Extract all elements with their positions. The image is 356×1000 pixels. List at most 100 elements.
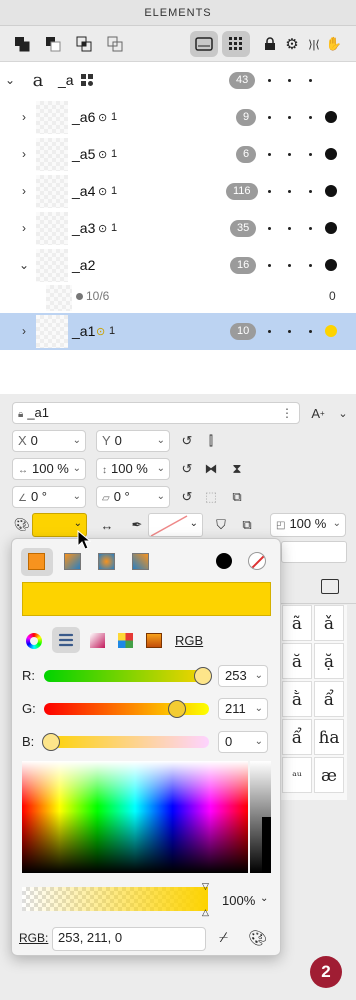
- chevron-down-icon[interactable]: ⌄: [255, 666, 263, 686]
- chevron-down-icon[interactable]: ⌄: [190, 518, 198, 529]
- opacity-field[interactable]: ◰ 100 % ⌄: [270, 513, 346, 537]
- chevron-down-icon[interactable]: ⌄: [334, 404, 352, 422]
- flip-vertical-icon[interactable]: ⧗: [228, 460, 246, 478]
- glyph-cell[interactable]: ặ: [314, 643, 344, 679]
- chevron-right-icon[interactable]: ›: [18, 184, 30, 198]
- dot-icon[interactable]: [309, 116, 312, 119]
- radial-gradient-icon[interactable]: [98, 553, 115, 570]
- color-wheel-icon[interactable]: [26, 633, 42, 649]
- glyph-cell[interactable]: ă: [282, 643, 312, 679]
- color-dot[interactable]: [325, 185, 337, 197]
- layer-row[interactable]: › _a3 ⊙ 1 35: [0, 210, 356, 247]
- green-slider[interactable]: [44, 700, 209, 718]
- chevron-down-icon[interactable]: ⌄: [157, 459, 165, 479]
- glyph-cell[interactable]: æ: [314, 757, 344, 793]
- alpha-handle-bottom-icon[interactable]: △: [202, 907, 209, 918]
- dot-icon[interactable]: [268, 190, 271, 193]
- gear-icon[interactable]: ⚙: [280, 32, 304, 56]
- chevron-down-icon[interactable]: ⌄: [73, 431, 81, 451]
- color-dot[interactable]: [325, 259, 337, 271]
- layer-row[interactable]: ⌄ a _a 43: [0, 62, 356, 99]
- skew-field[interactable]: ▱ 0 ° ⌄: [96, 486, 170, 508]
- dot-icon[interactable]: [288, 264, 291, 267]
- chevron-down-icon[interactable]: ⌄: [74, 518, 82, 529]
- alpha-slider[interactable]: [22, 887, 208, 911]
- notification-badge[interactable]: 2: [310, 956, 342, 988]
- chevron-down-icon[interactable]: ⌄: [157, 487, 165, 507]
- dot-icon[interactable]: [268, 153, 271, 156]
- layer-row[interactable]: › _a1 ⊙ 1 10: [0, 313, 356, 350]
- stroke-color-swatch[interactable]: ⌄: [148, 513, 203, 537]
- blue-slider[interactable]: [42, 733, 209, 751]
- name-field[interactable]: 🔒︎ _a1 ⋮: [12, 402, 300, 424]
- dot-icon[interactable]: [309, 153, 312, 156]
- no-color-icon[interactable]: [248, 552, 266, 570]
- g-field[interactable]: 211 ⌄: [218, 698, 268, 720]
- glyph-cell[interactable]: ã: [282, 605, 312, 641]
- solid-fill-button[interactable]: [21, 548, 53, 576]
- chevron-down-icon[interactable]: ⌄: [157, 431, 165, 451]
- dot-icon[interactable]: [288, 116, 291, 119]
- red-slider[interactable]: [44, 667, 212, 685]
- rotation-field[interactable]: ∠ 0 ° ⌄: [12, 486, 86, 508]
- glyph-cell[interactable]: ᵃᵘ: [282, 757, 312, 793]
- window-icon[interactable]: [321, 579, 339, 594]
- palette-icon[interactable]: 🎨︎: [248, 929, 267, 947]
- angular-gradient-icon[interactable]: [132, 553, 149, 570]
- grid-icon[interactable]: [222, 31, 250, 57]
- reset-icon[interactable]: ↺: [178, 488, 196, 506]
- width-field[interactable]: ↔ 100 % ⌄: [12, 458, 86, 480]
- layer-row[interactable]: 10/6 0: [0, 284, 356, 312]
- dot-icon[interactable]: [268, 264, 271, 267]
- chevron-right-icon[interactable]: ›: [18, 110, 30, 124]
- black-swatch[interactable]: [216, 553, 232, 569]
- brightness-bar[interactable]: [250, 761, 271, 873]
- chevron-down-icon[interactable]: ⌄: [73, 487, 81, 507]
- height-field[interactable]: ↕ 100 % ⌄: [96, 458, 170, 480]
- chevron-right-icon[interactable]: ›: [18, 324, 30, 338]
- dot-icon[interactable]: [268, 79, 271, 82]
- dot-icon[interactable]: [288, 79, 291, 82]
- union-icon[interactable]: [10, 32, 34, 56]
- dot-icon[interactable]: [288, 330, 291, 333]
- chevron-right-icon[interactable]: ›: [18, 147, 30, 161]
- layer-row[interactable]: › _a6 ⊙ 1 9: [0, 99, 356, 136]
- dot-icon[interactable]: [288, 227, 291, 230]
- reset-icon[interactable]: ↺: [178, 432, 196, 450]
- linear-gradient-icon[interactable]: [64, 553, 81, 570]
- image-icon[interactable]: [146, 633, 162, 648]
- subtract-icon[interactable]: [41, 32, 65, 56]
- rgb-mode-label[interactable]: RGB: [175, 633, 203, 648]
- flip-horizontal-icon[interactable]: ⧓: [202, 460, 220, 478]
- r-field[interactable]: 253 ⌄: [218, 665, 268, 687]
- dot-icon[interactable]: [309, 190, 312, 193]
- rgb-field[interactable]: 253, 211, 0: [52, 927, 206, 951]
- chevron-right-icon[interactable]: ›: [18, 221, 30, 235]
- dot-icon[interactable]: [288, 190, 291, 193]
- eyedropper-icon[interactable]: ⌿: [219, 929, 228, 946]
- text-field[interactable]: [281, 541, 347, 563]
- dot-icon[interactable]: [268, 330, 271, 333]
- stroke-settings-icon[interactable]: ⛉: [212, 516, 230, 534]
- glyph-cell[interactable]: ɦa: [314, 719, 344, 755]
- add-text-icon[interactable]: A +: [309, 404, 327, 422]
- color-dot[interactable]: [325, 148, 337, 160]
- color-dot[interactable]: [325, 222, 337, 234]
- dot-icon[interactable]: [309, 227, 312, 230]
- chevron-down-icon[interactable]: ⌄: [255, 732, 263, 752]
- hand-icon[interactable]: ✋: [322, 32, 346, 56]
- dot-icon[interactable]: [309, 330, 312, 333]
- gradient-palette-icon[interactable]: [90, 633, 105, 648]
- slider-knob[interactable]: [194, 667, 212, 685]
- copy-icon[interactable]: ⧉: [238, 516, 256, 534]
- color-dot[interactable]: [325, 325, 337, 337]
- chevron-down-icon[interactable]: ⌄: [255, 699, 263, 719]
- dot-icon[interactable]: [268, 116, 271, 119]
- dot-icon[interactable]: [309, 264, 312, 267]
- b-field[interactable]: 0 ⌄: [218, 731, 268, 753]
- color-dot[interactable]: [325, 111, 337, 123]
- layer-row[interactable]: ⌄ _a2 16: [0, 247, 356, 284]
- exclude-icon[interactable]: [103, 32, 127, 56]
- swatches-icon[interactable]: [118, 633, 133, 648]
- layer-row[interactable]: › _a4 ⊙ 1 116: [0, 173, 356, 210]
